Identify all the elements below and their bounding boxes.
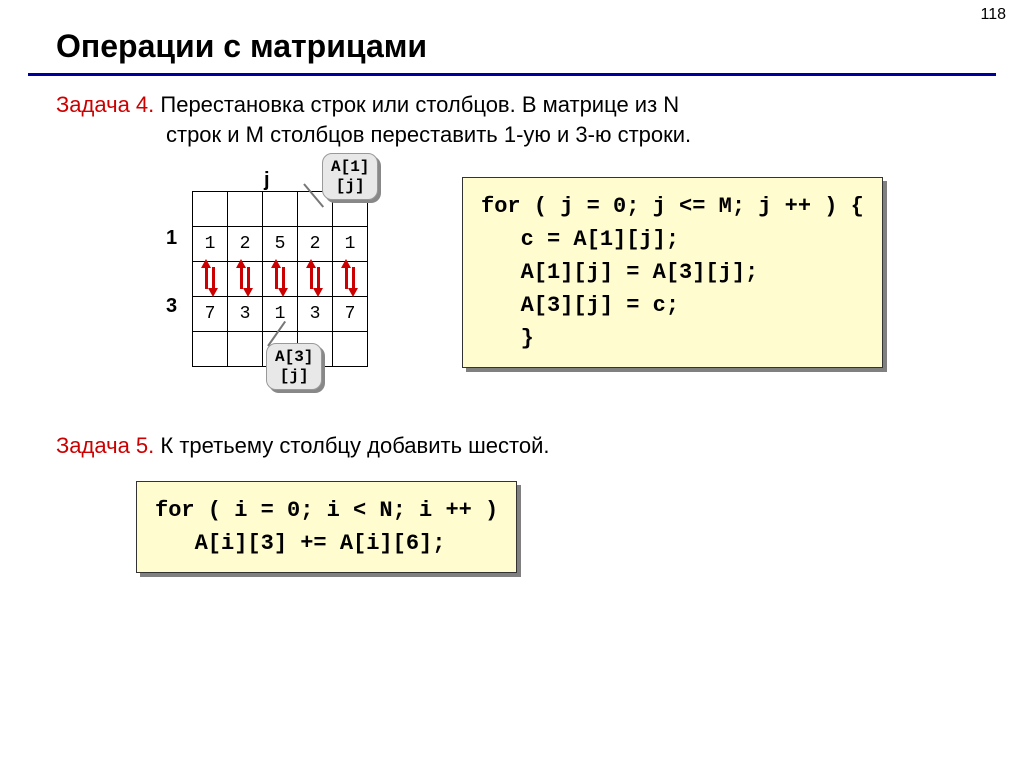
task4-line2: строк и M столбцов переставить 1-ую и 3-… bbox=[56, 120, 984, 150]
task4-text: Задача 4. Перестановка строк или столбцо… bbox=[56, 90, 984, 149]
task5-body: К третьему столбцу добавить шестой. bbox=[154, 433, 549, 458]
callout-a3j: A[3] [j] bbox=[266, 343, 322, 390]
task4-lead: Задача 4. bbox=[56, 92, 154, 117]
matrix-figure: j 1 3 12521 73137 A[1] [j] A[3] [j] bbox=[76, 153, 406, 403]
content-body: Задача 4. Перестановка строк или столбцо… bbox=[0, 76, 1024, 573]
callout-a1j: A[1] [j] bbox=[322, 153, 378, 200]
swap-arrow-icon bbox=[343, 261, 357, 295]
swap-arrow-icon bbox=[203, 261, 217, 295]
swap-arrow-icon bbox=[273, 261, 287, 295]
row1-label: 1 bbox=[166, 225, 177, 252]
swap-arrow-icon bbox=[238, 261, 252, 295]
task5-text: Задача 5. К третьему столбцу добавить ше… bbox=[56, 431, 984, 461]
code-block-addcol: for ( i = 0; i < N; i ++ ) A[i][3] += A[… bbox=[136, 481, 517, 573]
page-number: 118 bbox=[980, 6, 1006, 24]
row3-label: 3 bbox=[166, 293, 177, 320]
task4-line1: Перестановка строк или столбцов. В матри… bbox=[154, 92, 679, 117]
page-title: Операции с матрицами bbox=[0, 0, 1024, 71]
swap-arrow-icon bbox=[308, 261, 322, 295]
figure-row: j 1 3 12521 73137 A[1] [j] A[3] [j] for … bbox=[56, 153, 984, 403]
task5-lead: Задача 5. bbox=[56, 433, 154, 458]
code-block-swap: for ( j = 0; j <= M; j ++ ) { c = A[1][j… bbox=[462, 177, 883, 368]
matrix-row: 12521 bbox=[193, 227, 368, 262]
j-label: j bbox=[264, 167, 270, 194]
